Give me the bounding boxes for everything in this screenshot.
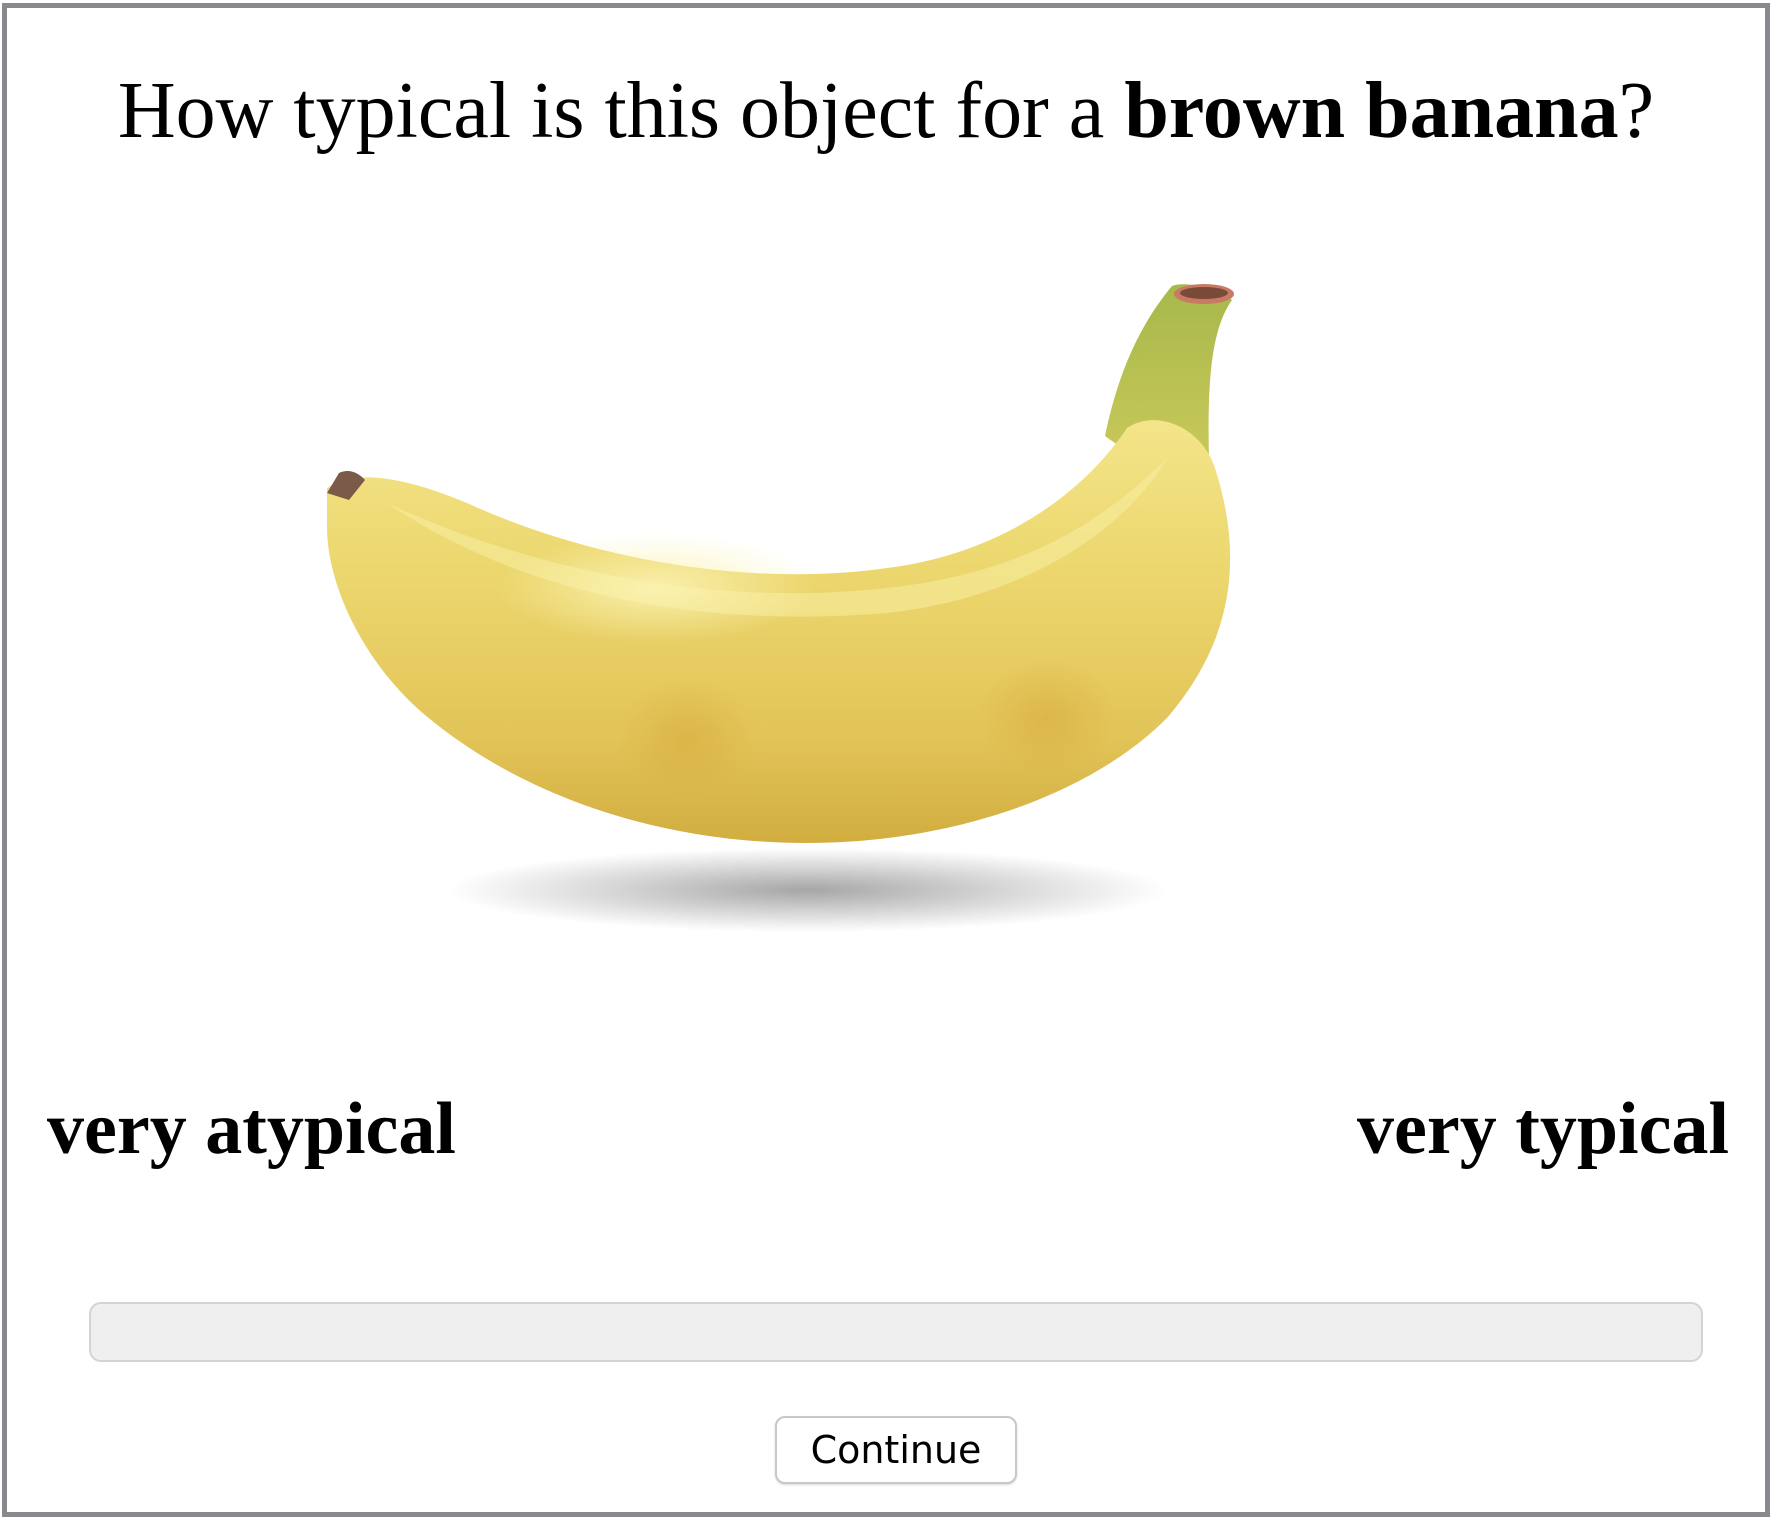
banana-shadow <box>447 848 1167 932</box>
trial-frame: How typical is this object for a brown b… <box>2 3 1770 1517</box>
question-prefix: How typical is this object for a <box>117 67 1125 155</box>
question-target: brown banana <box>1124 67 1619 155</box>
continue-button[interactable]: Continue <box>775 1416 1017 1484</box>
scale-left-label: very atypical <box>47 1088 456 1170</box>
question-suffix: ? <box>1618 67 1655 155</box>
question-prompt: How typical is this object for a brown b… <box>7 66 1765 156</box>
banana-body <box>327 420 1231 843</box>
rating-slider[interactable] <box>89 1302 1703 1362</box>
banana-image <box>327 268 1447 968</box>
scale-right-label: very typical <box>1357 1088 1729 1170</box>
